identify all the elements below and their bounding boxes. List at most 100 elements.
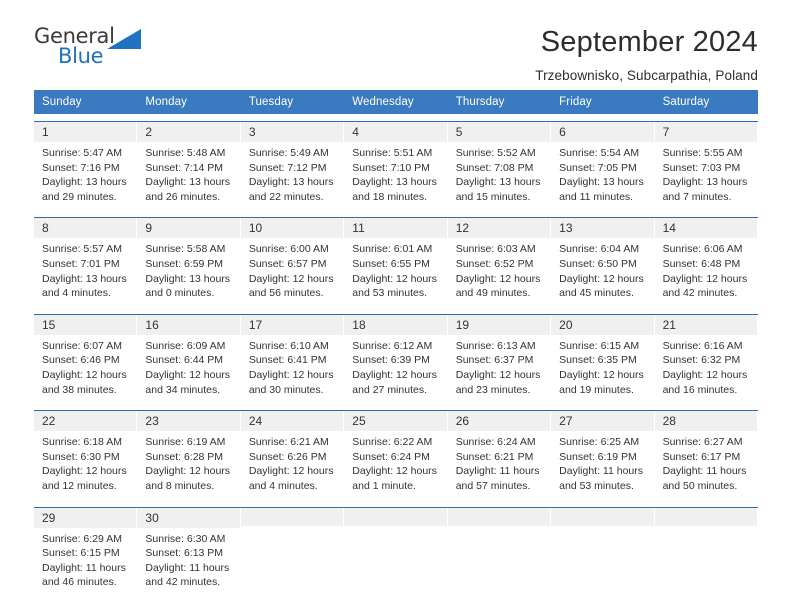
- week-row: 1 Sunrise: 5:47 AM Sunset: 7:16 PM Dayli…: [34, 121, 758, 211]
- daylight-text-line1: Daylight: 12 hours: [352, 272, 437, 285]
- daylight-text-line1: Daylight: 12 hours: [662, 368, 748, 381]
- week-row: 15 Sunrise: 6:07 AM Sunset: 6:46 PM Dayl…: [34, 313, 758, 404]
- daylight-text-line2: and 42 minutes.: [662, 287, 738, 300]
- daylight-text-line2: and 12 minutes.: [42, 479, 117, 492]
- day-cell[interactable]: 7 Sunrise: 5:55 AM Sunset: 7:03 PM Dayli…: [654, 122, 758, 211]
- day-cell-empty: [654, 507, 758, 596]
- sunset-text: Sunset: 6:32 PM: [662, 354, 741, 367]
- title-block: September 2024 Trzebownisko, Subcarpathi…: [535, 26, 758, 83]
- day-number: 1: [34, 122, 137, 142]
- day-number: 20: [551, 314, 654, 335]
- sunrise-text: Sunrise: 6:24 AM: [455, 436, 536, 449]
- day-details: Sunrise: 6:13 AM Sunset: 6:37 PM Dayligh…: [448, 335, 550, 403]
- day-cell[interactable]: 18 Sunrise: 6:12 AM Sunset: 6:39 PM Dayl…: [344, 314, 448, 404]
- day-cell[interactable]: 9 Sunrise: 5:58 AM Sunset: 6:59 PM Dayli…: [137, 218, 241, 307]
- day-cell[interactable]: 28 Sunrise: 6:27 AM Sunset: 6:17 PM Dayl…: [654, 411, 758, 500]
- calendar-grid: Sunday Monday Tuesday Wednesday Thursday…: [34, 90, 758, 596]
- sunset-text: Sunset: 6:50 PM: [559, 257, 637, 270]
- daylight-text-line1: Daylight: 13 hours: [145, 272, 231, 285]
- sunset-text: Sunset: 6:28 PM: [145, 450, 224, 463]
- day-number: 28: [654, 411, 757, 432]
- day-number: 15: [34, 314, 137, 335]
- sunset-text: Sunset: 6:52 PM: [455, 257, 534, 270]
- day-cell[interactable]: 16 Sunrise: 6:09 AM Sunset: 6:44 PM Dayl…: [137, 314, 241, 404]
- day-cell[interactable]: 5 Sunrise: 5:52 AM Sunset: 7:08 PM Dayli…: [447, 122, 552, 211]
- day-number: 25: [344, 411, 447, 432]
- day-cell[interactable]: 3 Sunrise: 5:49 AM Sunset: 7:12 PM Dayli…: [240, 122, 345, 211]
- weekday-wednesday: Wednesday: [352, 96, 414, 108]
- day-cell[interactable]: 10 Sunrise: 6:00 AM Sunset: 6:57 PM Dayl…: [240, 218, 345, 307]
- page-header: General Blue September 2024 Trzebownisko…: [0, 0, 792, 84]
- day-cell[interactable]: 25 Sunrise: 6:22 AM Sunset: 6:24 PM Dayl…: [344, 411, 448, 500]
- daylight-text-line2: and 42 minutes.: [145, 576, 221, 589]
- sunrise-text: Sunrise: 6:22 AM: [352, 436, 433, 449]
- daylight-text-line2: and 56 minutes.: [248, 287, 324, 300]
- sunrise-text: Sunrise: 5:48 AM: [145, 147, 226, 159]
- day-cell[interactable]: 8 Sunrise: 5:57 AM Sunset: 7:01 PM Dayli…: [34, 218, 138, 307]
- day-cell[interactable]: 2 Sunrise: 5:48 AM Sunset: 7:14 PM Dayli…: [137, 122, 241, 211]
- day-number: 2: [137, 122, 240, 142]
- sunset-text: Sunset: 6:39 PM: [352, 354, 430, 367]
- day-cell[interactable]: 13 Sunrise: 6:04 AM Sunset: 6:50 PM Dayl…: [551, 218, 655, 307]
- day-details: Sunrise: 5:49 AM Sunset: 7:12 PM Dayligh…: [241, 142, 343, 210]
- daylight-text-line1: Daylight: 11 hours: [145, 561, 230, 574]
- day-number: [240, 507, 344, 526]
- sunset-text: Sunset: 7:08 PM: [455, 161, 534, 174]
- sunset-text: Sunset: 7:14 PM: [145, 161, 224, 174]
- day-details: Sunrise: 5:51 AM Sunset: 7:10 PM Dayligh…: [344, 142, 446, 210]
- day-number: 13: [551, 218, 654, 239]
- day-number: 12: [447, 218, 551, 239]
- day-cell[interactable]: 21 Sunrise: 6:16 AM Sunset: 6:32 PM Dayl…: [654, 314, 758, 404]
- day-details: [241, 526, 343, 536]
- page-title: September 2024: [540, 26, 758, 58]
- brand-logo[interactable]: General Blue: [34, 26, 154, 74]
- day-cell[interactable]: 4 Sunrise: 5:51 AM Sunset: 7:10 PM Dayli…: [344, 122, 448, 211]
- sunrise-text: Sunrise: 6:25 AM: [559, 436, 640, 449]
- day-cell[interactable]: 20 Sunrise: 6:15 AM Sunset: 6:35 PM Dayl…: [551, 314, 655, 404]
- daylight-text-line2: and 45 minutes.: [559, 287, 634, 300]
- day-cell[interactable]: 12 Sunrise: 6:03 AM Sunset: 6:52 PM Dayl…: [447, 218, 552, 307]
- sunrise-text: Sunrise: 6:04 AM: [559, 243, 640, 256]
- daylight-text-line1: Daylight: 12 hours: [352, 465, 437, 478]
- day-cell[interactable]: 6 Sunrise: 5:54 AM Sunset: 7:05 PM Dayli…: [551, 122, 655, 211]
- day-number: [344, 507, 447, 526]
- day-details: Sunrise: 6:30 AM Sunset: 6:13 PM Dayligh…: [137, 528, 239, 596]
- page-subtitle: Trzebownisko, Subcarpathia, Poland: [535, 68, 758, 84]
- day-cell[interactable]: 22 Sunrise: 6:18 AM Sunset: 6:30 PM Dayl…: [34, 411, 138, 500]
- sunset-text: Sunset: 6:13 PM: [145, 547, 224, 560]
- day-cell[interactable]: 27 Sunrise: 6:25 AM Sunset: 6:19 PM Dayl…: [551, 411, 655, 500]
- sunrise-text: Sunrise: 6:30 AM: [145, 532, 226, 545]
- daylight-text-line1: Daylight: 11 hours: [455, 465, 540, 478]
- day-cell[interactable]: 29 Sunrise: 6:29 AM Sunset: 6:15 PM Dayl…: [34, 507, 138, 596]
- daylight-text-line2: and 1 minute.: [352, 479, 416, 492]
- day-cell[interactable]: 14 Sunrise: 6:06 AM Sunset: 6:48 PM Dayl…: [654, 218, 758, 307]
- sunrise-text: Sunrise: 6:10 AM: [248, 339, 329, 352]
- day-cell[interactable]: 11 Sunrise: 6:01 AM Sunset: 6:55 PM Dayl…: [344, 218, 448, 307]
- day-details: Sunrise: 5:47 AM Sunset: 7:16 PM Dayligh…: [34, 142, 136, 210]
- day-cell[interactable]: 23 Sunrise: 6:19 AM Sunset: 6:28 PM Dayl…: [137, 411, 241, 500]
- day-details: [551, 526, 653, 536]
- day-cell[interactable]: 15 Sunrise: 6:07 AM Sunset: 6:46 PM Dayl…: [34, 314, 138, 404]
- day-cell[interactable]: 26 Sunrise: 6:24 AM Sunset: 6:21 PM Dayl…: [447, 411, 552, 500]
- day-cell[interactable]: 24 Sunrise: 6:21 AM Sunset: 6:26 PM Dayl…: [240, 411, 345, 500]
- day-number: 30: [137, 507, 240, 528]
- day-cell[interactable]: 17 Sunrise: 6:10 AM Sunset: 6:41 PM Dayl…: [240, 314, 345, 404]
- daylight-text-line2: and 38 minutes.: [42, 383, 117, 396]
- sunrise-text: Sunrise: 5:51 AM: [352, 147, 433, 159]
- daylight-text-line1: Daylight: 13 hours: [42, 272, 127, 285]
- daylight-text-line2: and 49 minutes.: [455, 287, 531, 300]
- daylight-text-line2: and 34 minutes.: [145, 383, 221, 396]
- daylight-text-line2: and 46 minutes.: [42, 576, 117, 589]
- sunrise-text: Sunrise: 6:29 AM: [42, 532, 122, 545]
- day-number: 16: [137, 314, 240, 335]
- day-number: 29: [34, 507, 137, 528]
- day-cell[interactable]: 30 Sunrise: 6:30 AM Sunset: 6:13 PM Dayl…: [137, 507, 241, 596]
- day-cell[interactable]: 1 Sunrise: 5:47 AM Sunset: 7:16 PM Dayli…: [34, 122, 138, 211]
- sunrise-text: Sunrise: 6:00 AM: [248, 243, 329, 256]
- daylight-text-line1: Daylight: 12 hours: [42, 465, 127, 478]
- day-cell[interactable]: 19 Sunrise: 6:13 AM Sunset: 6:37 PM Dayl…: [447, 314, 552, 404]
- sunrise-text: Sunrise: 5:57 AM: [42, 243, 122, 256]
- day-details: Sunrise: 5:58 AM Sunset: 6:59 PM Dayligh…: [137, 238, 239, 306]
- sunset-text: Sunset: 6:30 PM: [42, 450, 120, 463]
- daylight-text-line2: and 27 minutes.: [352, 383, 427, 396]
